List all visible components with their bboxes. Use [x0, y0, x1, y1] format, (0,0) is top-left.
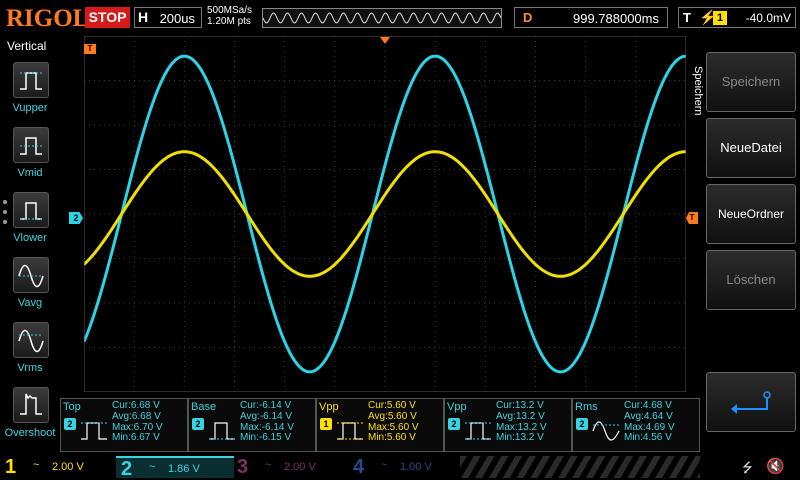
channel-4-tab[interactable]: 4 ~ 1.00 V [348, 456, 466, 478]
pulse-upper-icon [81, 422, 107, 440]
sine-rms-icon [592, 421, 620, 441]
channel-number: 4 [353, 456, 365, 478]
memory-waveform-thumbnail [263, 9, 501, 27]
menu-item-label: Overshoot [4, 427, 56, 439]
pulse-mid-icon [13, 127, 49, 163]
delete-button[interactable]: Löschen [706, 250, 796, 310]
sine-rms-icon [13, 322, 49, 358]
menu-item-label: Vrms [17, 362, 43, 374]
channel-number: 3 [237, 456, 249, 478]
ac-coupling-icon: ~ [33, 459, 40, 471]
pulse-lower-icon [209, 422, 235, 440]
measurement-stats: Cur:13.2 V Avg:13.2 V Max:13.2 V Min:13.2 V [496, 400, 547, 444]
measurement-base[interactable]: Base 2 Cur:-6.14 V Avg:-6.14 V Max:-6.14 V… [188, 398, 316, 452]
channel-badge: 2 [576, 418, 588, 430]
pulse-lower-icon [13, 192, 49, 228]
pulse-vpp-icon [337, 422, 363, 440]
menu-item-vavg[interactable]: Vavg [0, 257, 60, 321]
measurement-rms[interactable]: Rms 2 Cur:4.68 V Avg:4.64 V Max:4.69 V Min:… [572, 398, 700, 452]
enter-button[interactable] [706, 372, 796, 432]
trigger-position-marker[interactable]: T [84, 44, 96, 54]
menu-title: Speichern [692, 66, 704, 116]
timebase-value: 200us [159, 11, 195, 26]
usb-icon: ⭍ [742, 460, 753, 475]
channel-scale: 1.86 V [168, 463, 200, 475]
channel-2-tab[interactable]: 2 ~ 1.86 V [116, 456, 234, 480]
channel-badge: 2 [448, 418, 460, 430]
channel-badge: 2 [64, 418, 76, 430]
measurement-vpp-ch2[interactable]: Vpp 2 Cur:13.2 V Avg:13.2 V Max:13.2 V Min:… [444, 398, 572, 452]
measurement-name: Base [191, 401, 217, 413]
menu-item-vmid[interactable]: Vmid [0, 127, 60, 191]
channel-status-bar: 1 ~ 2.00 V 2 ~ 1.86 V 3 ~ 2.00 V 4 ~ 1.0… [0, 454, 800, 480]
ac-coupling-icon: ~ [149, 461, 156, 473]
new-folder-button[interactable]: NeueOrdner [706, 184, 796, 244]
menu-item-vlower[interactable]: Vlower [0, 192, 60, 256]
sample-rate: 500MSa/s [207, 5, 253, 16]
horizontal-timebase[interactable]: H 200us [134, 7, 202, 28]
top-status-bar: RIGOL STOP H 200us 500MSa/s 1.20M pts D … [0, 0, 800, 36]
trigger-status[interactable]: T ⚡ 1 -40.0mV [678, 7, 796, 28]
channel-scale: 1.00 V [400, 461, 432, 473]
measurement-name: Top [63, 401, 81, 413]
menu-title: Vertical [7, 39, 47, 53]
waveform-display[interactable] [84, 36, 686, 392]
channel-3-tab[interactable]: 3 ~ 2.00 V [232, 456, 350, 478]
menu-item-label: Vmid [17, 167, 43, 179]
menu-item-label: Vavg [17, 297, 43, 309]
memory-depth: 1.20M pts [207, 16, 251, 27]
measurement-stats: Cur:4.68 V Avg:4.64 V Max:4.69 V Min:4.56 V [624, 400, 675, 444]
enter-icon [731, 391, 771, 414]
channel-scale: 2.00 V [284, 461, 316, 473]
memory-overview [262, 8, 502, 28]
menu-item-label: Vlower [13, 232, 47, 244]
channel-number: 2 [121, 458, 133, 480]
channel-2-reference-marker[interactable]: 2 [69, 212, 83, 224]
channel-1-tab[interactable]: 1 ~ 2.00 V [0, 456, 118, 478]
measurement-stats: Cur:6.68 V Avg:6.68 V Max:6.70 V Min:6.67 V [112, 400, 163, 444]
channel-scale: 2.00 V [52, 461, 84, 473]
trigger-level: -40.0mV [745, 11, 791, 25]
speaker-mute-icon[interactable]: 🔇 [766, 457, 785, 475]
delay-label: D [523, 10, 533, 25]
ac-coupling-icon: ~ [265, 459, 272, 471]
measurement-stats: Cur:-6.14 V Avg:-6.14 V Max:-6.14 V Min:-6.… [240, 400, 294, 444]
channel-badge: 2 [192, 418, 204, 430]
overshoot-icon [13, 387, 49, 423]
sine-avg-icon [13, 257, 49, 293]
save-button[interactable]: Speichern [706, 52, 796, 112]
measure-type-menu: Vertical Vupper Vmid Vlower Vavg Vrms Ov [0, 36, 60, 454]
new-file-button[interactable]: NeueDatei [706, 118, 796, 178]
horizontal-label: H [138, 9, 149, 25]
run-stop-status[interactable]: STOP [85, 7, 130, 28]
brand-logo: RIGOL [6, 5, 90, 32]
channel-badge: 1 [320, 418, 332, 430]
menu-item-vrms[interactable]: Vrms [0, 322, 60, 386]
ac-coupling-icon: ~ [381, 459, 388, 471]
measurement-vpp-ch1[interactable]: Vpp 1 Cur:5.60 V Avg:5.60 V Max:5.60 V Min:… [316, 398, 444, 452]
trigger-label: T [683, 10, 691, 25]
measurement-top[interactable]: Top 2 Cur:6.68 V Avg:6.68 V Max:6.70 V Min:… [60, 398, 188, 452]
menu-page-dots [3, 200, 7, 230]
save-menu: Speichern Speichern NeueDatei NeueOrdner… [690, 36, 800, 454]
channel-number: 1 [5, 456, 17, 478]
acquisition-info: 500MSa/s 1.20M pts [207, 5, 252, 27]
pulse-vpp-icon [465, 422, 491, 440]
menu-item-vupper[interactable]: Vupper [0, 62, 60, 126]
status-bar-pattern [460, 456, 700, 478]
menu-item-overshoot[interactable]: Overshoot [0, 387, 60, 451]
trigger-time-pointer-icon [380, 37, 390, 44]
menu-item-label: Vupper [12, 102, 48, 114]
measurement-name: Vpp [447, 401, 467, 413]
measurement-name: Rms [575, 401, 598, 413]
measurement-name: Vpp [319, 401, 339, 413]
trigger-source-badge: 1 [713, 11, 727, 25]
delay-value: 999.788000ms [572, 11, 659, 26]
pulse-upper-icon [13, 62, 49, 98]
horizontal-delay[interactable]: D 999.788000ms [514, 7, 668, 28]
measurement-stats: Cur:5.60 V Avg:5.60 V Max:5.60 V Min:5.60 V [368, 400, 419, 444]
